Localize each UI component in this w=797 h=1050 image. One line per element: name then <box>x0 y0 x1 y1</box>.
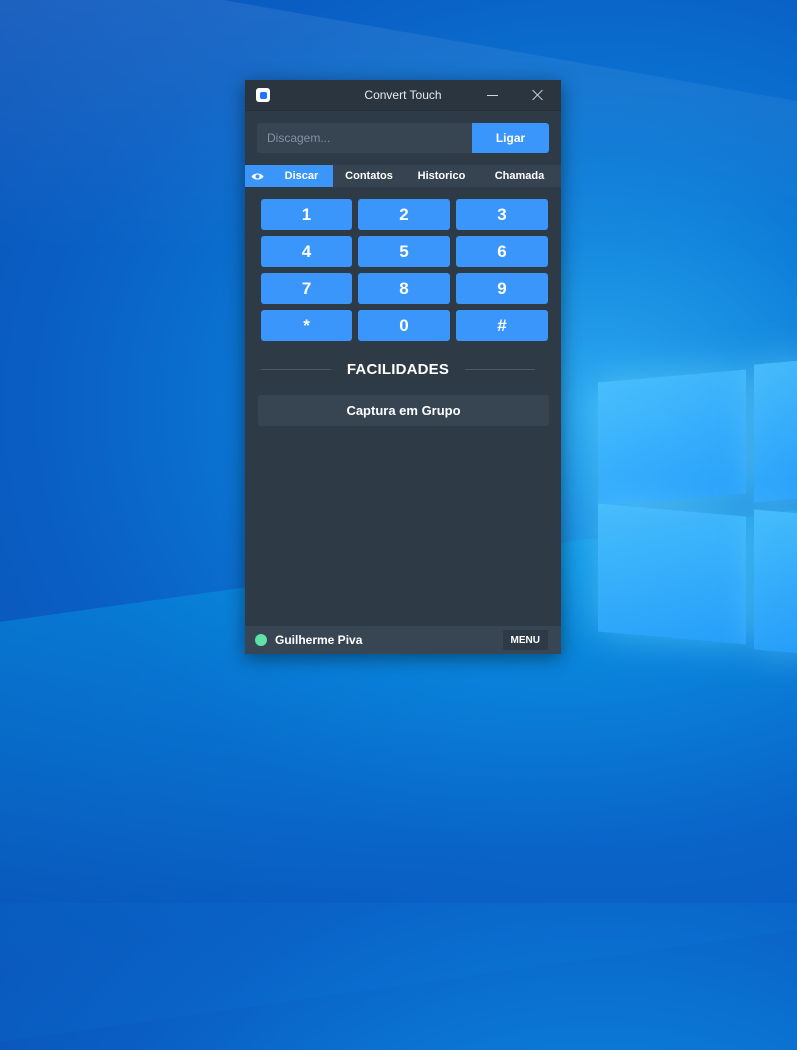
key-0[interactable]: 0 <box>358 310 450 341</box>
group-pickup-button[interactable]: Captura em Grupo <box>258 395 549 426</box>
menu-button[interactable]: MENU <box>502 630 548 650</box>
close-icon[interactable] <box>529 86 547 104</box>
windows-logo-icon <box>598 348 797 668</box>
key-3[interactable]: 3 <box>456 199 548 230</box>
divider-left <box>261 368 331 370</box>
key-1[interactable]: 1 <box>261 199 352 230</box>
key-2[interactable]: 2 <box>358 199 450 230</box>
key-8[interactable]: 8 <box>358 273 450 304</box>
facilities-title: FACILIDADES <box>346 360 450 378</box>
key-6[interactable]: 6 <box>456 236 548 267</box>
dial-input[interactable] <box>257 123 472 153</box>
keypad: 1 2 3 4 5 6 7 8 9 * 0 # <box>261 199 548 341</box>
presence-status-icon[interactable] <box>255 634 267 646</box>
tab-discar[interactable]: Discar <box>270 165 333 187</box>
minimize-icon[interactable] <box>483 86 503 104</box>
key-star[interactable]: * <box>261 310 352 341</box>
key-hash[interactable]: # <box>456 310 548 341</box>
window-title: Convert Touch <box>364 88 442 102</box>
app-window: Convert Touch Ligar Discar Contatos Hist… <box>245 80 561 654</box>
eye-icon <box>251 173 264 179</box>
facilities-header: FACILIDADES <box>261 358 535 380</box>
tab-bar: Discar Contatos Historico Chamada <box>245 165 561 187</box>
tab-historico[interactable]: Historico <box>405 165 478 187</box>
call-button[interactable]: Ligar <box>472 123 549 153</box>
user-name: Guilherme Piva <box>275 633 363 647</box>
title-bar[interactable]: Convert Touch <box>245 80 561 111</box>
tab-contatos[interactable]: Contatos <box>333 165 405 187</box>
status-bar: Guilherme Piva MENU <box>245 626 561 654</box>
key-7[interactable]: 7 <box>261 273 352 304</box>
key-9[interactable]: 9 <box>456 273 548 304</box>
dial-row: Ligar <box>257 123 549 153</box>
divider-right <box>465 368 535 370</box>
tab-chamada[interactable]: Chamada <box>478 165 561 187</box>
key-4[interactable]: 4 <box>261 236 352 267</box>
key-5[interactable]: 5 <box>358 236 450 267</box>
visibility-toggle[interactable] <box>245 165 270 187</box>
